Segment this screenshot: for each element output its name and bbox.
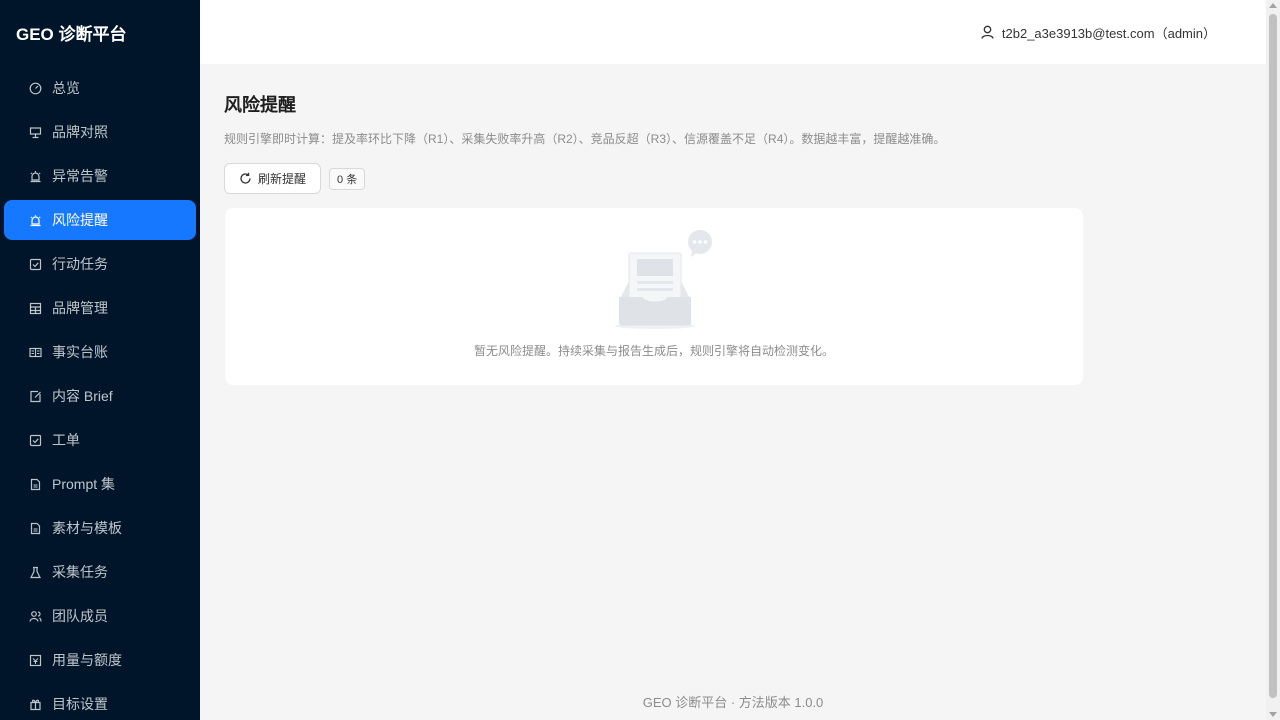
sidebar-item-label: 团队成员 — [52, 608, 108, 624]
flask-icon — [28, 565, 42, 579]
sidebar-item-15[interactable]: 目标设置 — [4, 684, 196, 720]
sidebar-item-label: 工单 — [52, 432, 80, 448]
refresh-button[interactable]: 刷新提醒 — [224, 163, 322, 194]
team-icon — [28, 609, 42, 623]
compare-icon — [28, 125, 42, 139]
ledger-icon — [28, 345, 42, 359]
empty-state-card: 暂无风险提醒。持续采集与报告生成后，规则引擎将自动检测变化。 — [225, 208, 1083, 385]
file-icon — [28, 477, 42, 491]
sidebar-item-1[interactable]: 总览 — [4, 68, 196, 108]
scroll-down-arrow[interactable] — [1269, 712, 1277, 717]
sidebar-item-label: 总览 — [52, 80, 80, 96]
sidebar-item-label: 素材与模板 — [52, 520, 122, 536]
user-icon — [981, 25, 994, 39]
sidebar-item-4[interactable]: 风险提醒 — [4, 200, 196, 240]
page-title: 风险提醒 — [224, 95, 296, 115]
sidebar-item-label: 内容 Brief — [52, 388, 113, 404]
sidebar-item-label: 目标设置 — [52, 696, 108, 712]
sidebar-item-label: Prompt 集 — [52, 476, 116, 492]
count-badge: 0 条 — [329, 167, 366, 190]
sidebar-item-label: 用量与额度 — [52, 652, 122, 668]
edit-doc-icon — [28, 389, 42, 403]
checkbox-icon — [28, 257, 42, 271]
user-email: t2b2_a3e3913b@test.com（admin） — [1001, 25, 1216, 41]
sidebar-item-12[interactable]: 采集任务 — [4, 552, 196, 592]
gift-icon — [28, 697, 42, 711]
sidebar-menu: 总览品牌对照异常告警风险提醒行动任务品牌管理事实台账内容 Brief 工单 Prom… — [0, 68, 200, 720]
toolbar: 刷新提醒 0 条 — [224, 163, 1084, 194]
top-header: t2b2_a3e3913b@test.com（admin） — [200, 0, 1266, 64]
sidebar-item-8[interactable]: 内容 Brief — [4, 376, 196, 416]
sidebar-item-7[interactable]: 事实台账 — [4, 332, 196, 372]
sidebar-item-3[interactable]: 异常告警 — [4, 156, 196, 196]
table-icon — [28, 301, 42, 315]
empty-inbox-icon — [615, 230, 712, 329]
scroll-up-arrow[interactable] — [1269, 3, 1277, 8]
page-description: 规则引擎即时计算：提及率环比下降（R1）、采集失败率升高（R2）、竞品反超（R3… — [224, 132, 946, 146]
sidebar: GEO 诊断平台 总览品牌对照异常告警风险提醒行动任务品牌管理事实台账内容 Br… — [0, 0, 200, 720]
sidebar-item-11[interactable]: 素材与模板 — [4, 508, 196, 548]
quota-icon — [28, 653, 42, 667]
scrollbar-thumb[interactable] — [1269, 14, 1277, 698]
dashboard-icon — [28, 81, 42, 95]
sidebar-item-9[interactable]: 工单 — [4, 420, 196, 460]
sidebar-item-14[interactable]: 用量与额度 — [4, 640, 196, 680]
page-scrollbar[interactable] — [1266, 0, 1280, 720]
sidebar-item-label: 风险提醒 — [52, 212, 108, 228]
sidebar-item-6[interactable]: 品牌管理 — [4, 288, 196, 328]
sidebar-item-5[interactable]: 行动任务 — [4, 244, 196, 284]
empty-state-text: 暂无风险提醒。持续采集与报告生成后，规则引擎将自动检测变化。 — [473, 344, 834, 358]
refresh-button-label: 刷新提醒 — [258, 172, 307, 186]
alert-icon — [28, 213, 42, 227]
sidebar-item-label: 异常告警 — [52, 168, 108, 184]
sidebar-item-label: 采集任务 — [52, 564, 108, 580]
user-account[interactable]: t2b2_a3e3913b@test.com（admin） — [981, 23, 1216, 42]
sidebar-item-label: 行动任务 — [52, 256, 108, 272]
checkbox-icon — [28, 433, 42, 447]
sidebar-item-10[interactable]: Prompt 集 — [4, 464, 196, 504]
footer: GEO 诊断平台 · 方法版本 1.0.0 — [642, 695, 824, 710]
sidebar-item-label: 事实台账 — [52, 344, 108, 360]
main-content: 风险提醒 规则引擎即时计算：提及率环比下降（R1）、采集失败率升高（R2）、竞品… — [224, 88, 1084, 385]
refresh-icon — [239, 172, 252, 185]
file-icon — [28, 521, 42, 535]
sidebar-item-label: 品牌管理 — [52, 300, 108, 316]
sidebar-item-label: 品牌对照 — [52, 124, 108, 140]
app-title: GEO 诊断平台 — [16, 24, 127, 44]
sidebar-item-13[interactable]: 团队成员 — [4, 596, 196, 636]
alert-icon — [28, 169, 42, 183]
sidebar-item-2[interactable]: 品牌对照 — [4, 112, 196, 152]
